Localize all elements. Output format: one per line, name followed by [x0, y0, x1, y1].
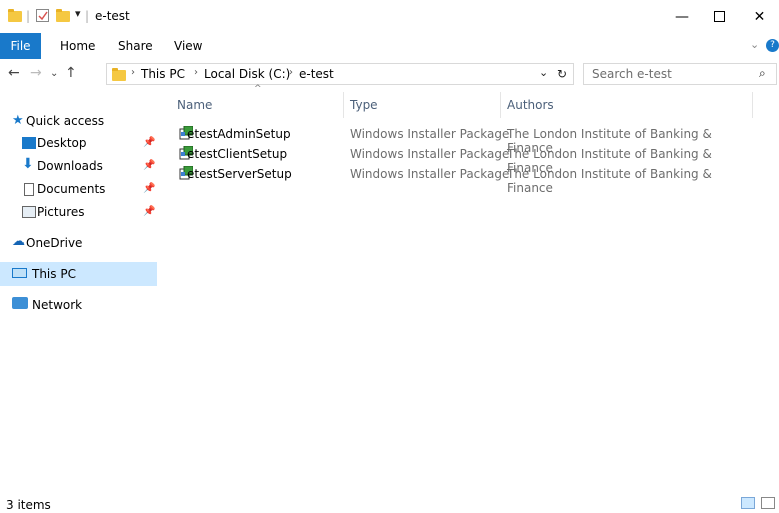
- pin-icon[interactable]: 📌: [143, 206, 155, 217]
- maximize-icon: [713, 11, 725, 22]
- file-row[interactable]: etestServerSetup Windows Installer Packa…: [170, 164, 730, 195]
- search-input[interactable]: Search e-test ⌕: [583, 63, 777, 85]
- cloud-icon: ☁: [12, 234, 25, 249]
- status-item-count: 3 items: [6, 498, 51, 512]
- expand-ribbon-icon[interactable]: ⌄: [750, 38, 759, 51]
- chevron-right-icon: ›: [194, 67, 198, 78]
- divider: |: [85, 9, 90, 23]
- address-dropdown-icon[interactable]: ⌄: [539, 66, 548, 79]
- nav-item-pictures[interactable]: Pictures 📌: [0, 201, 157, 223]
- nav-item-onedrive[interactable]: ☁ OneDrive: [0, 232, 157, 254]
- chevron-right-icon: ›: [131, 67, 135, 78]
- address-bar[interactable]: › This PC › Local Disk (C:) › e-test ⌄ ↻: [106, 63, 574, 85]
- nav-label: Desktop: [37, 136, 87, 150]
- column-divider[interactable]: [752, 92, 753, 118]
- file-row[interactable]: etestAdminSetup Windows Installer Packag…: [170, 124, 730, 155]
- column-header-name[interactable]: Name: [177, 98, 212, 112]
- nav-quick-access[interactable]: ★ Quick access: [0, 110, 157, 132]
- sort-indicator-icon: ^: [254, 84, 262, 94]
- nav-item-this-pc[interactable]: This PC: [0, 262, 157, 286]
- file-name: etestClientSetup: [187, 147, 288, 161]
- file-authors: The London Institute of Banking & Financ…: [507, 167, 712, 195]
- file-name: etestAdminSetup: [187, 127, 291, 141]
- breadcrumb-e-test[interactable]: e-test: [299, 67, 334, 81]
- search-placeholder: Search e-test: [592, 67, 672, 81]
- column-header-type[interactable]: Type: [350, 98, 378, 112]
- nav-item-downloads[interactable]: ⬇ Downloads 📌: [0, 155, 157, 177]
- download-arrow-icon: ⬇: [22, 156, 34, 172]
- up-arrow-icon[interactable]: ↑: [65, 65, 77, 81]
- nav-label: Documents: [37, 182, 106, 196]
- file-type: Windows Installer Package: [350, 147, 510, 161]
- computer-icon: [12, 268, 27, 278]
- pictures-icon: [22, 206, 36, 218]
- file-type: Windows Installer Package: [350, 127, 510, 141]
- file-type: Windows Installer Package: [350, 167, 510, 181]
- divider: |: [26, 9, 31, 23]
- tab-share[interactable]: Share: [118, 33, 153, 59]
- nav-label: OneDrive: [26, 236, 83, 250]
- pin-icon[interactable]: 📌: [143, 160, 155, 171]
- nav-item-documents[interactable]: Documents 📌: [0, 178, 157, 200]
- close-button[interactable]: ✕: [740, 0, 779, 33]
- tab-file[interactable]: File: [0, 33, 41, 59]
- column-divider[interactable]: [500, 92, 501, 118]
- breadcrumb-this-pc[interactable]: This PC: [141, 67, 185, 81]
- breadcrumb-local-disk[interactable]: Local Disk (C:): [204, 67, 290, 81]
- document-icon: [24, 183, 34, 196]
- tab-home[interactable]: Home: [60, 33, 95, 59]
- refresh-icon[interactable]: ↻: [557, 67, 567, 81]
- window-title: e-test: [95, 9, 130, 23]
- nav-label: Quick access: [26, 114, 105, 128]
- ribbon-tabs: File Home Share View ⌄ ?: [0, 33, 779, 59]
- address-row: ← → ⌄ ↑ › This PC › Local Disk (C:) › e-…: [0, 62, 779, 86]
- large-icons-view-icon[interactable]: [761, 497, 775, 509]
- properties-check-icon[interactable]: [36, 9, 50, 26]
- help-icon[interactable]: ?: [766, 39, 779, 52]
- details-view-icon[interactable]: [741, 497, 755, 509]
- star-icon: ★: [12, 113, 24, 128]
- desktop-icon: [22, 137, 36, 149]
- column-divider[interactable]: [343, 92, 344, 118]
- file-row[interactable]: etestClientSetup Windows Installer Packa…: [170, 144, 730, 175]
- pin-icon[interactable]: 📌: [143, 183, 155, 194]
- nav-item-network[interactable]: Network: [0, 294, 157, 316]
- nav-label: Network: [32, 298, 83, 312]
- navigation-pane: ★ Quick access Desktop 📌 ⬇ Downloads 📌 D…: [0, 92, 158, 482]
- forward-arrow-icon[interactable]: →: [30, 65, 42, 81]
- nav-item-desktop[interactable]: Desktop 📌: [0, 132, 157, 154]
- back-arrow-icon[interactable]: ←: [8, 65, 20, 81]
- network-icon: [12, 297, 28, 309]
- file-name: etestServerSetup: [187, 167, 292, 181]
- nav-label: Downloads: [37, 159, 103, 173]
- recent-locations-icon[interactable]: ⌄: [50, 68, 58, 79]
- maximize-button[interactable]: [696, 0, 742, 33]
- nav-label: This PC: [32, 267, 76, 281]
- close-icon: ✕: [753, 8, 766, 25]
- minimize-icon: —: [675, 8, 689, 25]
- folder-icon: [112, 68, 126, 81]
- pin-icon[interactable]: 📌: [143, 137, 155, 148]
- search-icon[interactable]: ⌕: [759, 66, 766, 81]
- customize-quick-access-icon[interactable]: ▾: [75, 7, 81, 20]
- nav-label: Pictures: [37, 205, 85, 219]
- column-header-authors[interactable]: Authors: [507, 98, 554, 112]
- chevron-right-icon: ›: [289, 67, 293, 78]
- tab-view[interactable]: View: [174, 33, 202, 59]
- title-bar: | ▾ | e-test — ✕: [0, 0, 779, 33]
